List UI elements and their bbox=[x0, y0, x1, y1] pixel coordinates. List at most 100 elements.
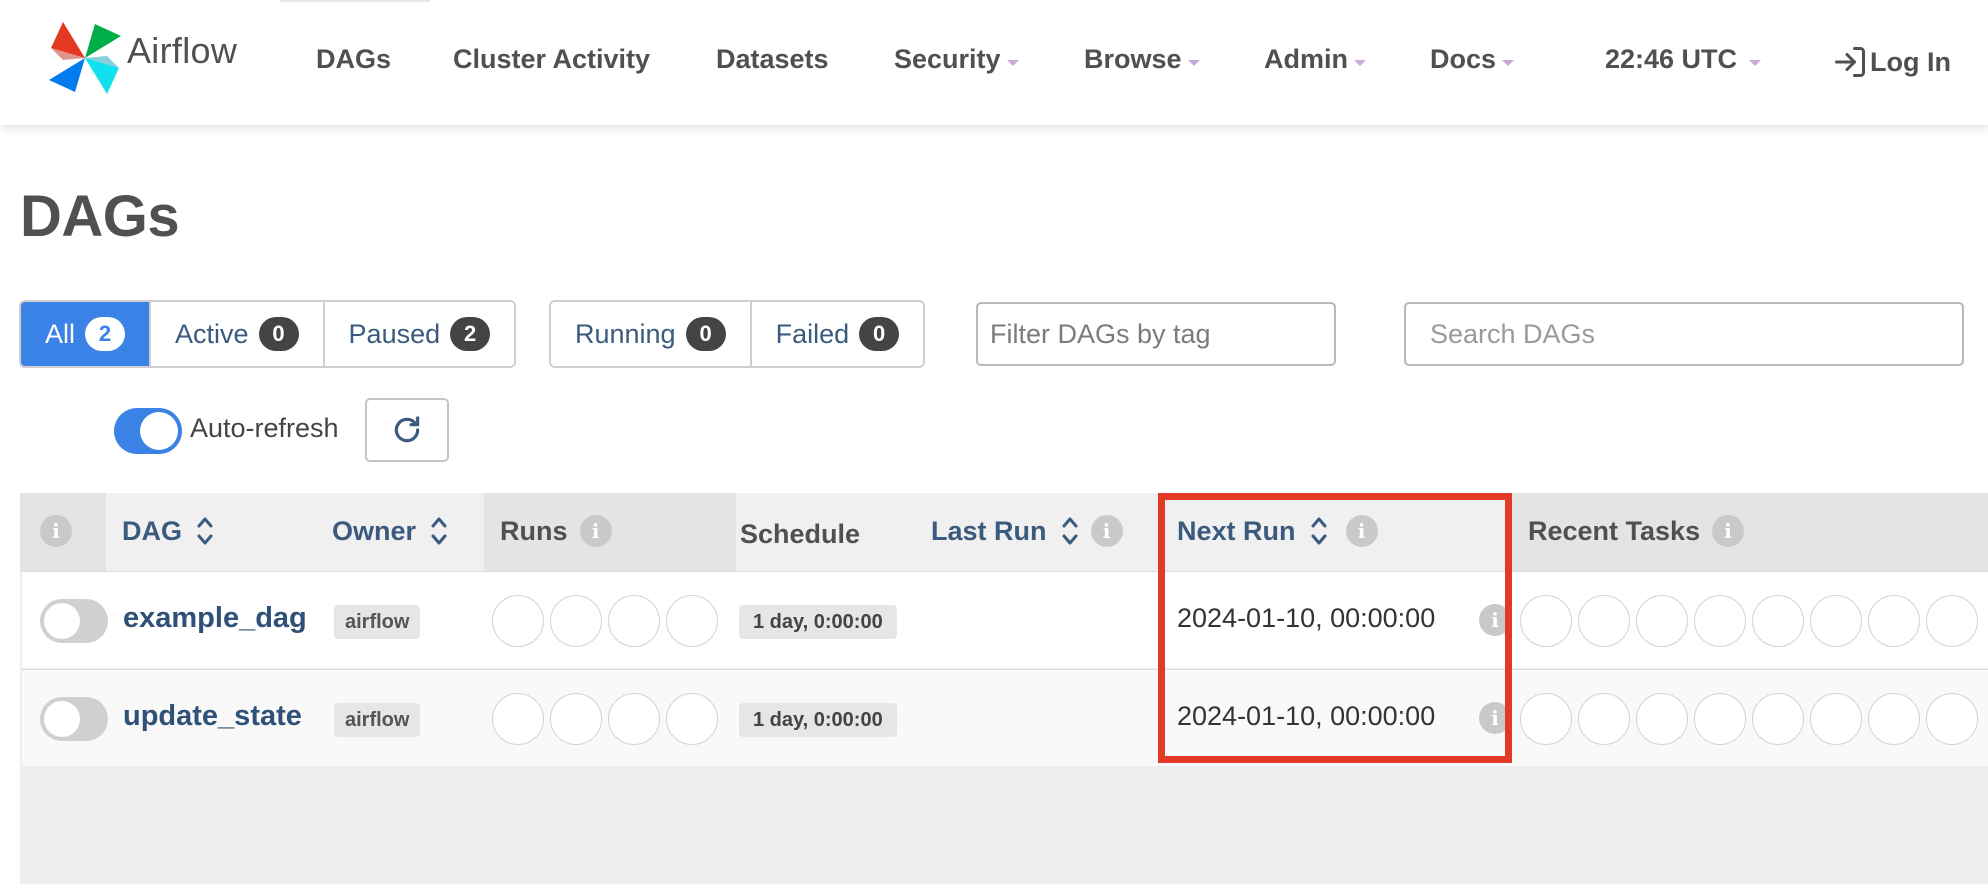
task-state-circle[interactable] bbox=[1578, 595, 1630, 647]
run-state-circle[interactable] bbox=[666, 693, 718, 745]
dag-pause-toggle[interactable] bbox=[40, 697, 108, 741]
run-state-circle[interactable] bbox=[550, 693, 602, 745]
tag-filter-input[interactable] bbox=[990, 318, 1322, 350]
task-state-circle[interactable] bbox=[1578, 693, 1630, 745]
column-schedule-label: Schedule bbox=[740, 519, 861, 549]
airflow-pinwheel-icon bbox=[49, 22, 121, 94]
schedule-tag[interactable]: 1 day, 0:00:00 bbox=[739, 605, 897, 639]
nav-admin[interactable]: Admin bbox=[1264, 44, 1366, 75]
select-all-info[interactable]: i bbox=[40, 515, 72, 547]
run-state-circle[interactable] bbox=[492, 595, 544, 647]
caret-down-icon bbox=[1006, 59, 1019, 66]
dag-link[interactable]: example_dag bbox=[123, 602, 307, 635]
filter-running-label: Running bbox=[575, 318, 676, 349]
filter-paused-label: Paused bbox=[348, 318, 441, 349]
nav-docs[interactable]: Docs bbox=[1430, 44, 1515, 75]
filter-failed-count: 0 bbox=[859, 317, 900, 351]
task-state-circle[interactable] bbox=[1926, 693, 1978, 745]
nav-browse-label: Browse bbox=[1084, 44, 1182, 74]
column-runs: Runs i bbox=[500, 515, 612, 547]
run-state-circle[interactable] bbox=[492, 693, 544, 745]
column-runs-label: Runs bbox=[500, 515, 568, 546]
column-dag[interactable]: DAG bbox=[122, 515, 214, 547]
task-state-circle[interactable] bbox=[1636, 693, 1688, 745]
task-state-circle[interactable] bbox=[1520, 693, 1572, 745]
nav-login[interactable]: Log In bbox=[1832, 44, 1951, 80]
task-state-circle[interactable] bbox=[1868, 693, 1920, 745]
auto-refresh-toggle[interactable] bbox=[114, 408, 182, 454]
task-state-circle[interactable] bbox=[1926, 595, 1978, 647]
schedule-tag[interactable]: 1 day, 0:00:00 bbox=[739, 703, 897, 737]
task-state-circle[interactable] bbox=[1752, 595, 1804, 647]
dag-link[interactable]: update_state bbox=[123, 700, 302, 733]
login-icon bbox=[1835, 47, 1865, 77]
search-field bbox=[1404, 302, 1964, 366]
column-dag-label: DAG bbox=[122, 515, 182, 546]
run-state-circle[interactable] bbox=[608, 693, 660, 745]
toggle-knob bbox=[44, 603, 80, 639]
brand-name: Airflow bbox=[127, 30, 238, 71]
info-icon[interactable]: i bbox=[1712, 515, 1745, 547]
search-input[interactable] bbox=[1418, 318, 1950, 350]
owner-tag[interactable]: airflow bbox=[334, 703, 421, 737]
filter-paused-button[interactable]: Paused 2 bbox=[324, 302, 515, 366]
column-recent-tasks: Recent Tasks i bbox=[1528, 515, 1745, 547]
column-recent-tasks-label: Recent Tasks bbox=[1528, 515, 1701, 546]
column-next-run-label: Next Run bbox=[1177, 515, 1296, 546]
filter-paused-count: 2 bbox=[450, 317, 491, 351]
dags-table: i DAG Owner Runs i Schedule Last Run i N… bbox=[20, 493, 1988, 884]
info-icon[interactable]: i bbox=[1345, 515, 1378, 547]
run-filter-group: Running 0 Failed 0 bbox=[549, 300, 926, 368]
filter-all-button[interactable]: All 2 bbox=[21, 302, 152, 366]
tag-filter-field bbox=[976, 302, 1336, 366]
sort-icon bbox=[431, 517, 447, 545]
info-icon[interactable]: i bbox=[1090, 515, 1123, 547]
task-state-circle[interactable] bbox=[1694, 595, 1746, 647]
nav-cluster-activity[interactable]: Cluster Activity bbox=[453, 44, 650, 75]
caret-down-icon bbox=[1354, 59, 1366, 66]
toggle-knob bbox=[44, 701, 80, 737]
page-title: DAGs bbox=[20, 184, 180, 249]
dag-pause-toggle[interactable] bbox=[40, 599, 108, 643]
filter-running-button[interactable]: Running 0 bbox=[551, 302, 752, 366]
task-state-circle[interactable] bbox=[1520, 595, 1572, 647]
caret-down-icon bbox=[1749, 59, 1762, 66]
task-state-circle[interactable] bbox=[1636, 595, 1688, 647]
nav-admin-label: Admin bbox=[1264, 44, 1348, 74]
nav-time-label: 22:46 UTC bbox=[1605, 44, 1738, 74]
status-filter-group: All 2 Active 0 Paused 2 bbox=[19, 300, 517, 368]
table-header: i DAG Owner Runs i Schedule Last Run i N… bbox=[20, 493, 1988, 571]
sort-icon bbox=[1311, 517, 1327, 545]
column-next-run[interactable]: Next Run i bbox=[1177, 515, 1378, 547]
owner-tag[interactable]: airflow bbox=[334, 605, 421, 639]
run-state-circle[interactable] bbox=[608, 595, 660, 647]
info-icon[interactable]: i bbox=[1479, 702, 1511, 734]
task-state-circle[interactable] bbox=[1810, 693, 1862, 745]
task-state-circle[interactable] bbox=[1752, 693, 1804, 745]
run-state-circle[interactable] bbox=[666, 595, 718, 647]
info-icon[interactable]: i bbox=[1479, 604, 1511, 636]
nav-dags[interactable]: DAGs bbox=[316, 44, 391, 75]
filter-active-button[interactable]: Active 0 bbox=[151, 302, 325, 366]
task-state-circle[interactable] bbox=[1694, 693, 1746, 745]
column-last-run[interactable]: Last Run i bbox=[931, 515, 1123, 547]
refresh-button[interactable] bbox=[365, 398, 449, 462]
task-state-circle[interactable] bbox=[1810, 595, 1862, 647]
caret-down-icon bbox=[1502, 59, 1515, 66]
column-owner[interactable]: Owner bbox=[332, 515, 448, 547]
filter-all-label: All bbox=[45, 318, 76, 349]
auto-refresh-label: Auto-refresh bbox=[190, 413, 339, 443]
filter-failed-label: Failed bbox=[775, 318, 850, 349]
brand-logo[interactable]: Airflow bbox=[47, 20, 237, 96]
nav-security[interactable]: Security bbox=[894, 44, 1019, 75]
sort-icon bbox=[197, 517, 213, 545]
nav-browse[interactable]: Browse bbox=[1084, 44, 1200, 75]
task-state-circle[interactable] bbox=[1868, 595, 1920, 647]
info-icon[interactable]: i bbox=[579, 515, 612, 547]
filter-active-count: 0 bbox=[258, 317, 299, 351]
filter-failed-button[interactable]: Failed 0 bbox=[751, 302, 924, 366]
nav-timezone[interactable]: 22:46 UTC bbox=[1605, 44, 1762, 75]
run-state-circle[interactable] bbox=[550, 595, 602, 647]
info-icon: i bbox=[40, 515, 72, 547]
nav-datasets[interactable]: Datasets bbox=[716, 44, 829, 75]
